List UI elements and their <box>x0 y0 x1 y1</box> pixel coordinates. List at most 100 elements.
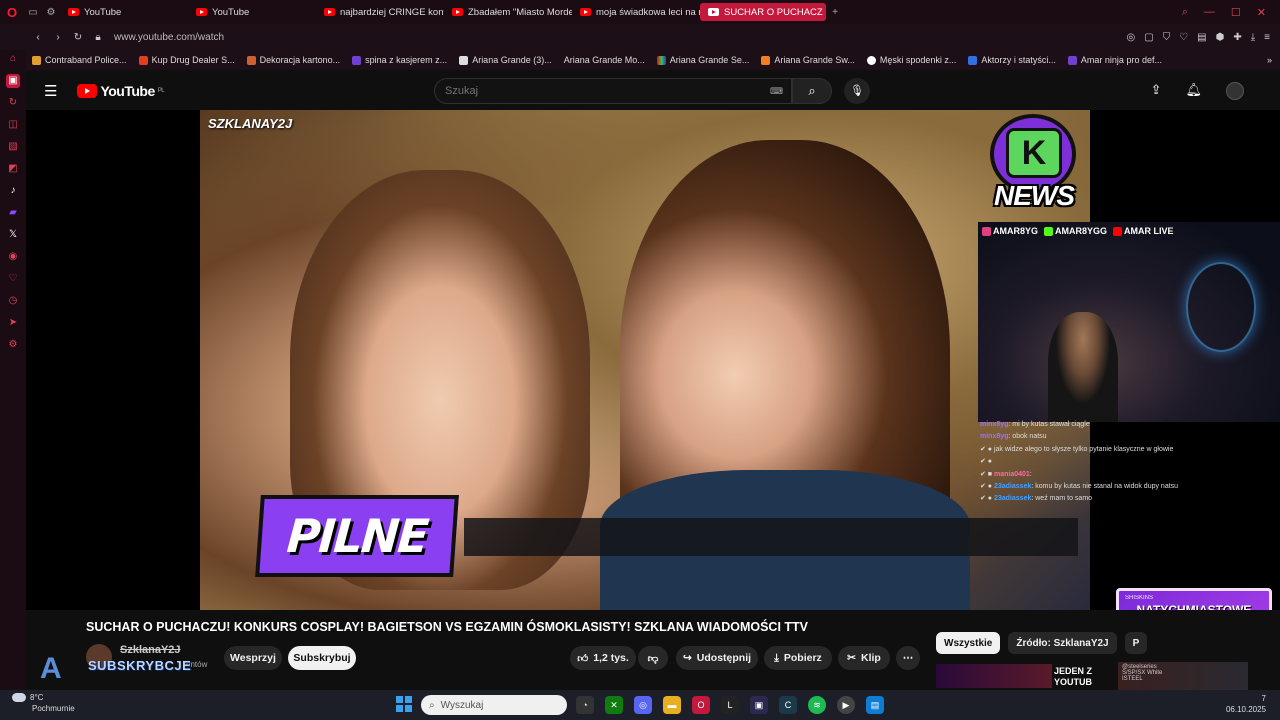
bookmark-item[interactable]: Ariana Grande Sw... <box>761 55 855 65</box>
chip-more[interactable]: P <box>1124 632 1148 654</box>
browser-tab[interactable]: YouTube <box>188 3 316 21</box>
share-button[interactable]: ↪ Udostępnij <box>676 646 758 670</box>
wallet-icon[interactable]: ▤ <box>1197 32 1206 43</box>
bag-icon[interactable]: ◫ <box>8 118 17 132</box>
folder-icon[interactable]: ▬ <box>663 696 681 714</box>
url-field[interactable]: www.youtube.com/watch <box>114 32 224 43</box>
taskbar-apps: ◔ ✕ ◎ ▬ O L ▣ C ≋ ▶ ▤ <box>576 696 884 714</box>
download-icon: ⤓ <box>774 651 779 664</box>
ad-brand: SHISKINS <box>1125 595 1154 601</box>
xbox-icon[interactable]: ✕ <box>605 696 623 714</box>
recommended-title[interactable]: JEDEN Z YOUTUB <box>1054 666 1114 688</box>
workspace-icon[interactable]: ▭ <box>24 7 42 18</box>
news-icon[interactable]: ▧ <box>8 140 17 154</box>
settings-icon[interactable]: ⚙ <box>42 7 60 18</box>
bookmark-item[interactable]: Contraband Police... <box>32 55 127 65</box>
task-view-icon[interactable]: ◔ <box>576 696 594 714</box>
download-icon[interactable]: ⤓ <box>1251 32 1255 43</box>
live-icon[interactable]: L <box>721 696 739 714</box>
menu-icon[interactable]: ☰ <box>44 82 57 100</box>
like-button[interactable]: 👍︎ 1,2 tys. <box>570 646 636 670</box>
discord-icon[interactable]: ◎ <box>634 696 652 714</box>
recommended-thumbnail[interactable] <box>936 664 1052 688</box>
bookmark-item[interactable]: Aktorzy i statyści... <box>968 55 1056 65</box>
chip-all[interactable]: Wszystkie <box>936 632 1001 654</box>
menu-icon[interactable]: ≡ <box>1264 32 1270 43</box>
ccleaner-icon[interactable]: C <box>779 696 797 714</box>
close-button[interactable]: ✕ <box>1257 6 1266 19</box>
puzzle-icon[interactable]: ✚ <box>1233 32 1241 43</box>
bookmark-item[interactable]: Ariana Grande (3)... <box>459 55 552 65</box>
back-icon[interactable]: ‹ <box>28 32 48 43</box>
history-icon[interactable]: ↻ <box>9 96 17 110</box>
search-button[interactable]: ⌕ <box>792 78 832 104</box>
browser-tab[interactable]: Zbadałem "Miasto Morde <box>444 3 572 21</box>
shield-icon[interactable]: ⛉ <box>1163 32 1171 43</box>
system-tray[interactable]: 7 06.10.2025 <box>1226 693 1266 715</box>
search-input[interactable] <box>445 85 745 97</box>
news-logo-k: K <box>1006 128 1062 178</box>
music-icon[interactable]: ◉ <box>9 250 18 264</box>
browser-tab-active[interactable]: SUCHAR O PUCHACZ <box>700 3 826 21</box>
messenger-icon[interactable]: ◩ <box>8 162 17 176</box>
browser-tab[interactable]: moja świadkowa leci na m <box>572 3 700 21</box>
weather-widget[interactable]: 8°C Pochmurnie <box>12 692 75 714</box>
spotify-icon[interactable]: ≋ <box>808 696 826 714</box>
bookmark-item[interactable]: Męski spodenki z... <box>866 55 956 65</box>
streamer <box>1048 312 1118 422</box>
subscribe-button[interactable]: Subskrybuj <box>288 646 356 670</box>
bookmark-item[interactable]: spina z kasjerem z... <box>352 55 447 65</box>
clock-icon[interactable]: ◷ <box>9 294 18 308</box>
home-icon[interactable]: ⌂ <box>10 52 16 66</box>
bookmark-item[interactable]: Kup Drug Dealer S... <box>138 55 235 65</box>
gamepad-icon[interactable]: ▣ <box>6 74 20 88</box>
video-player[interactable]: SZKLANAY2J PILNE K NEWS AMAR8YG AMAR8YGG… <box>26 110 1280 654</box>
chip-source[interactable]: Źródło: SzklanaY2J <box>1008 632 1117 654</box>
browser-tab-bar: O ▭ ⚙ YouTube YouTube najbardziej CRINGE… <box>0 0 1280 24</box>
more-actions-button[interactable]: ⋯ <box>896 646 920 670</box>
chat-line: ✔ ● jak widze alego to słysze tylko pyta… <box>980 445 1174 453</box>
search-tabs-icon[interactable]: ⌕ <box>1182 6 1188 19</box>
bookmark-item[interactable]: Dekoracja kartono... <box>246 55 340 65</box>
camera-icon[interactable]: ◎ <box>1127 32 1136 43</box>
x-icon[interactable]: 𝕏 <box>9 228 17 242</box>
youtube-logo[interactable]: YouTube PL <box>77 83 165 99</box>
keyboard-icon[interactable]: ⌨ <box>770 86 783 97</box>
capture-icon[interactable]: ▢ <box>1144 32 1153 43</box>
tiktok-icon[interactable]: ♪ <box>11 184 16 198</box>
bookmark-item[interactable]: Ariana Grande Mo... <box>564 55 645 65</box>
reload-icon[interactable]: ↻ <box>68 32 88 43</box>
gamepad-icon[interactable]: ▣ <box>750 696 768 714</box>
taskbar-search[interactable]: ⌕ Wyszukaj <box>421 695 567 715</box>
browser-sidebar: ⌂ ▣ ↻ ◫ ▧ ◩ ♪ ▰ 𝕏 ◉ ♡ ◷ ➤ ⚙ <box>0 50 26 690</box>
download-button[interactable]: ⤓ Pobierz <box>764 646 832 670</box>
upload-icon[interactable]: ⇪ <box>1151 82 1162 100</box>
notes-icon[interactable]: ▤ <box>866 696 884 714</box>
opera-icon[interactable]: O <box>692 696 710 714</box>
bell-icon[interactable]: 🔔︎ <box>1185 82 1202 100</box>
heart-icon[interactable]: ♡ <box>1179 32 1188 43</box>
minimize-button[interactable]: — <box>1204 6 1215 19</box>
bookmark-item[interactable]: Ariana Grande Se... <box>656 55 749 65</box>
clip-button[interactable]: ✂ Klip <box>838 646 890 670</box>
avatar[interactable] <box>1226 82 1244 100</box>
microphone-icon[interactable]: 🎙︎ <box>844 78 870 104</box>
support-button[interactable]: Wesprzyj <box>224 646 282 670</box>
forward-icon[interactable]: › <box>48 32 68 43</box>
send-icon[interactable]: ➤ <box>9 316 17 330</box>
browser-tab[interactable]: najbardziej CRINGE konto <box>316 3 444 21</box>
extension-icon[interactable]: ⬢ <box>1216 32 1225 43</box>
media-player-icon[interactable]: ▶ <box>837 696 855 714</box>
webcam-overlay: AMAR8YG AMAR8YGG AMAR LIVE <box>978 222 1280 422</box>
dislike-button[interactable]: 👎︎ <box>638 646 668 670</box>
opera-logo-icon[interactable]: O <box>0 5 24 20</box>
twitch-icon[interactable]: ▰ <box>9 206 17 220</box>
maximize-button[interactable]: ☐ <box>1231 6 1241 19</box>
heart-icon[interactable]: ♡ <box>9 272 18 286</box>
new-tab-button[interactable]: + <box>826 7 844 18</box>
bookmark-item[interactable]: Amar ninja pro def... <box>1067 55 1162 65</box>
windows-start-icon[interactable] <box>396 696 412 712</box>
more-bookmarks-icon[interactable]: » <box>1267 55 1280 65</box>
gear-icon[interactable]: ⚙ <box>9 338 18 352</box>
browser-tab[interactable]: YouTube <box>60 3 188 21</box>
